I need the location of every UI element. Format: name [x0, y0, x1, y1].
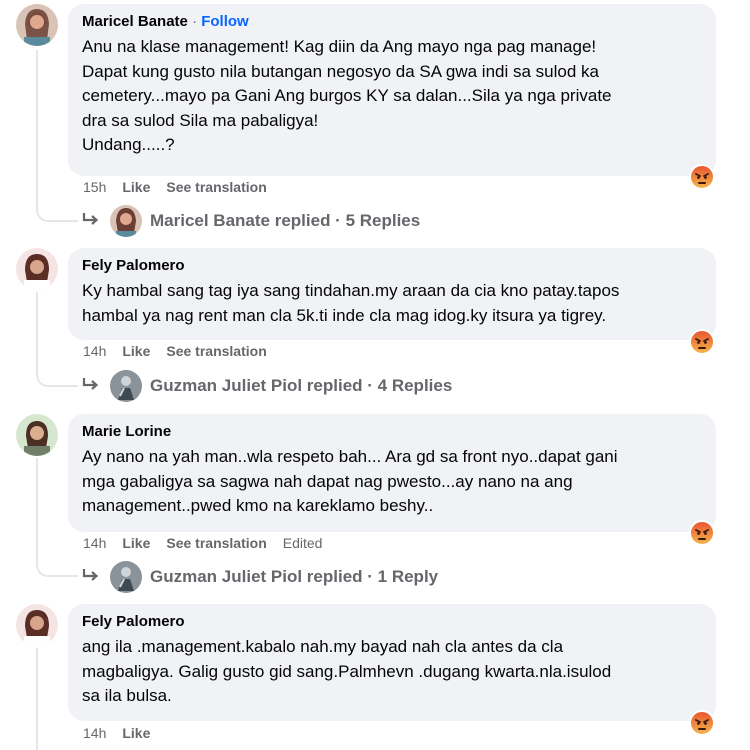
- reply-arrow-icon: [82, 211, 100, 232]
- angry-reaction-icon[interactable]: [689, 329, 715, 355]
- view-replies-link[interactable]: Guzman Juliet Piol replied · 4 Replies: [82, 370, 452, 402]
- angry-reaction-icon[interactable]: [689, 710, 715, 736]
- replier-avatar: [110, 370, 142, 402]
- replies-text: Maricel Banate replied · 5 Replies: [150, 211, 421, 230]
- like-button[interactable]: Like: [122, 179, 150, 195]
- see-translation-link[interactable]: See translation: [166, 535, 266, 551]
- thread-connector: [36, 345, 78, 387]
- comment-bubble: Fely Palomero ang ila .management.kabalo…: [68, 604, 716, 721]
- comment-header: Fely Palomero: [82, 256, 702, 276]
- comment-header: Marie Lorine: [82, 422, 702, 442]
- author-name[interactable]: Maricel Banate: [82, 13, 188, 30]
- author-name[interactable]: Marie Lorine: [82, 423, 171, 440]
- timestamp[interactable]: 14h: [83, 725, 106, 741]
- comment-bubble: Fely Palomero Ky hambal sang tag iya san…: [68, 248, 716, 340]
- thread-connector: [36, 180, 78, 222]
- comment-text: ang ila .management.kabalo nah.my bayad …: [82, 637, 612, 705]
- replies-text: Guzman Juliet Piol replied · 4 Replies: [150, 376, 453, 395]
- angry-reaction-icon[interactable]: [689, 520, 715, 546]
- comment-header: Fely Palomero: [82, 612, 702, 632]
- follow-button[interactable]: Follow: [201, 13, 249, 30]
- replies-text: Guzman Juliet Piol replied · 1 Reply: [150, 567, 439, 586]
- avatar[interactable]: [16, 414, 58, 456]
- thread-line: [36, 458, 38, 538]
- see-translation-link[interactable]: See translation: [166, 179, 266, 195]
- replier-avatar: [110, 561, 142, 593]
- author-name[interactable]: Fely Palomero: [82, 257, 185, 274]
- author-name[interactable]: Fely Palomero: [82, 613, 185, 630]
- avatar[interactable]: [16, 4, 58, 46]
- comment-text: Anu na klase management! Kag diin da Ang…: [82, 37, 612, 154]
- replier-avatar: [110, 205, 142, 237]
- like-button[interactable]: Like: [122, 725, 150, 741]
- like-button[interactable]: Like: [122, 535, 150, 551]
- comment-actions: 15h Like See translation: [83, 179, 283, 195]
- comment-actions: 14h Like: [83, 725, 166, 741]
- avatar[interactable]: [16, 604, 58, 646]
- timestamp[interactable]: 14h: [83, 343, 106, 359]
- timestamp[interactable]: 15h: [83, 179, 106, 195]
- separator-dot: ·: [192, 13, 198, 30]
- comment-text: Ky hambal sang tag iya sang tindahan.my …: [82, 281, 620, 325]
- thread-line: [36, 648, 38, 750]
- comment-actions: 14h Like See translation Edited: [83, 535, 338, 551]
- view-replies-link[interactable]: Guzman Juliet Piol replied · 1 Reply: [82, 561, 438, 593]
- reply-arrow-icon: [82, 376, 100, 397]
- reply-arrow-icon: [82, 567, 100, 588]
- angry-reaction-icon[interactable]: [689, 164, 715, 190]
- comment-bubble: Maricel Banate · Follow Anu na klase man…: [68, 4, 716, 176]
- comment-bubble: Marie Lorine Ay nano na yah man..wla res…: [68, 414, 716, 532]
- timestamp[interactable]: 14h: [83, 535, 106, 551]
- edited-label: Edited: [282, 535, 323, 551]
- comment-text: Ay nano na yah man..wla respeto bah... A…: [82, 447, 618, 515]
- see-translation-link[interactable]: See translation: [166, 343, 266, 359]
- comment-actions: 14h Like See translation: [83, 343, 283, 359]
- avatar[interactable]: [16, 248, 58, 290]
- thread-connector: [36, 535, 78, 577]
- view-replies-link[interactable]: Maricel Banate replied · 5 Replies: [82, 205, 420, 237]
- like-button[interactable]: Like: [122, 343, 150, 359]
- comment-header: Maricel Banate · Follow: [82, 12, 702, 32]
